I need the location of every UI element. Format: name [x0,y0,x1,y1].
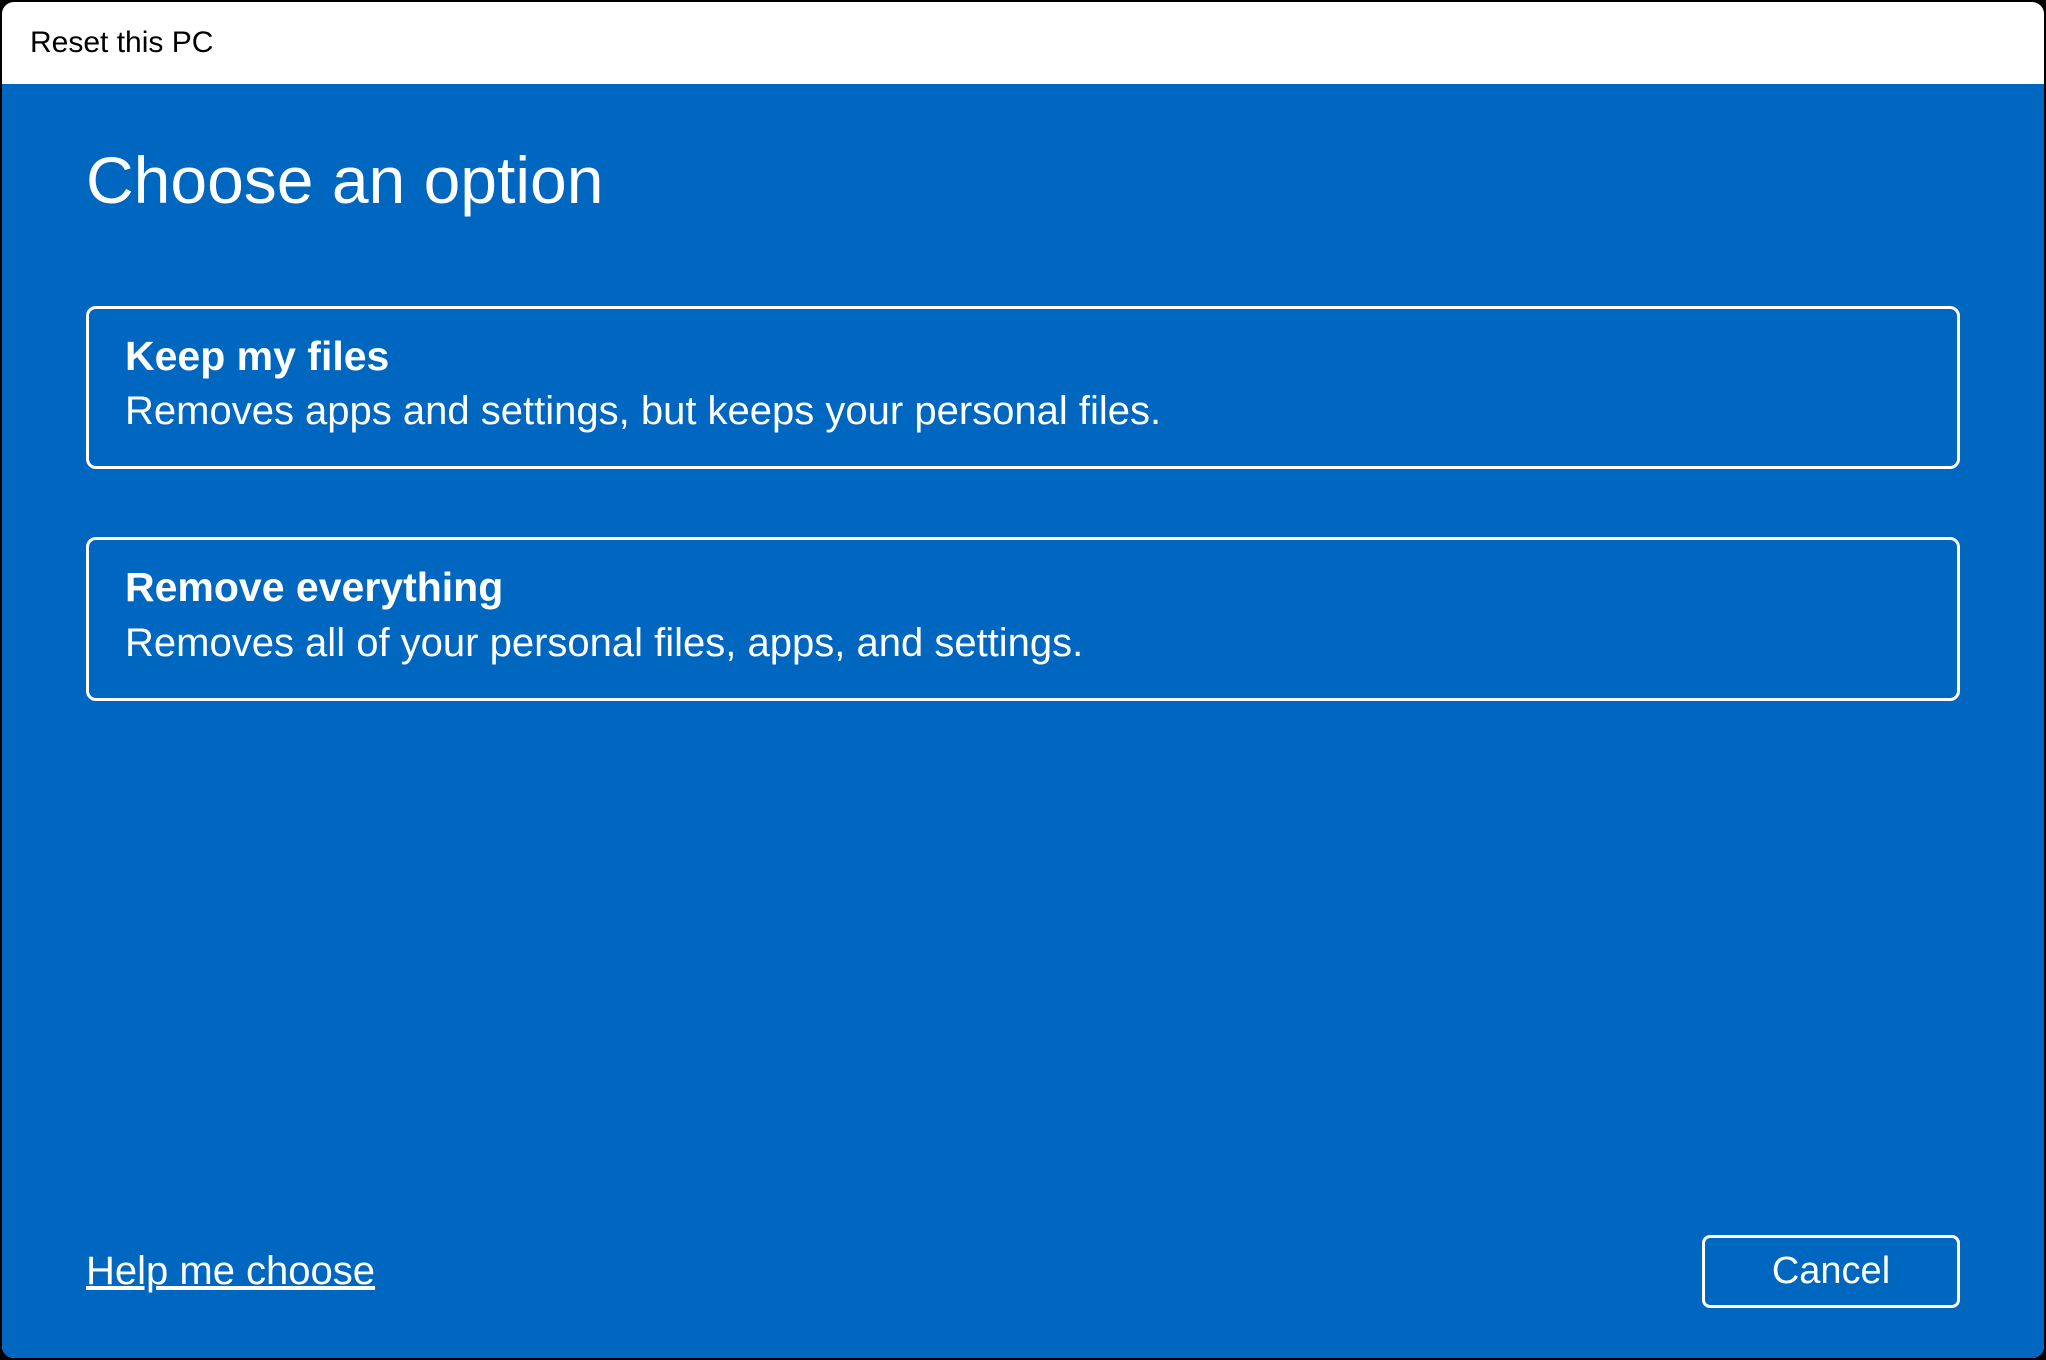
window-title: Reset this PC [30,26,213,60]
option-description: Removes apps and settings, but keeps you… [125,384,1921,438]
titlebar: Reset this PC [2,2,2044,84]
options-list: Keep my files Removes apps and settings,… [86,306,1960,701]
option-title: Keep my files [125,331,1921,382]
option-keep-my-files[interactable]: Keep my files Removes apps and settings,… [86,306,1960,469]
cancel-button[interactable]: Cancel [1702,1235,1960,1308]
option-description: Removes all of your personal files, apps… [125,616,1921,670]
option-title: Remove everything [125,562,1921,613]
option-remove-everything[interactable]: Remove everything Removes all of your pe… [86,537,1960,700]
dialog-content: Choose an option Keep my files Removes a… [2,84,2044,1358]
dialog-footer: Help me choose Cancel [86,1235,1960,1308]
page-heading: Choose an option [86,142,1960,218]
reset-pc-dialog: Reset this PC Choose an option Keep my f… [0,0,2046,1360]
help-me-choose-link[interactable]: Help me choose [86,1249,375,1294]
